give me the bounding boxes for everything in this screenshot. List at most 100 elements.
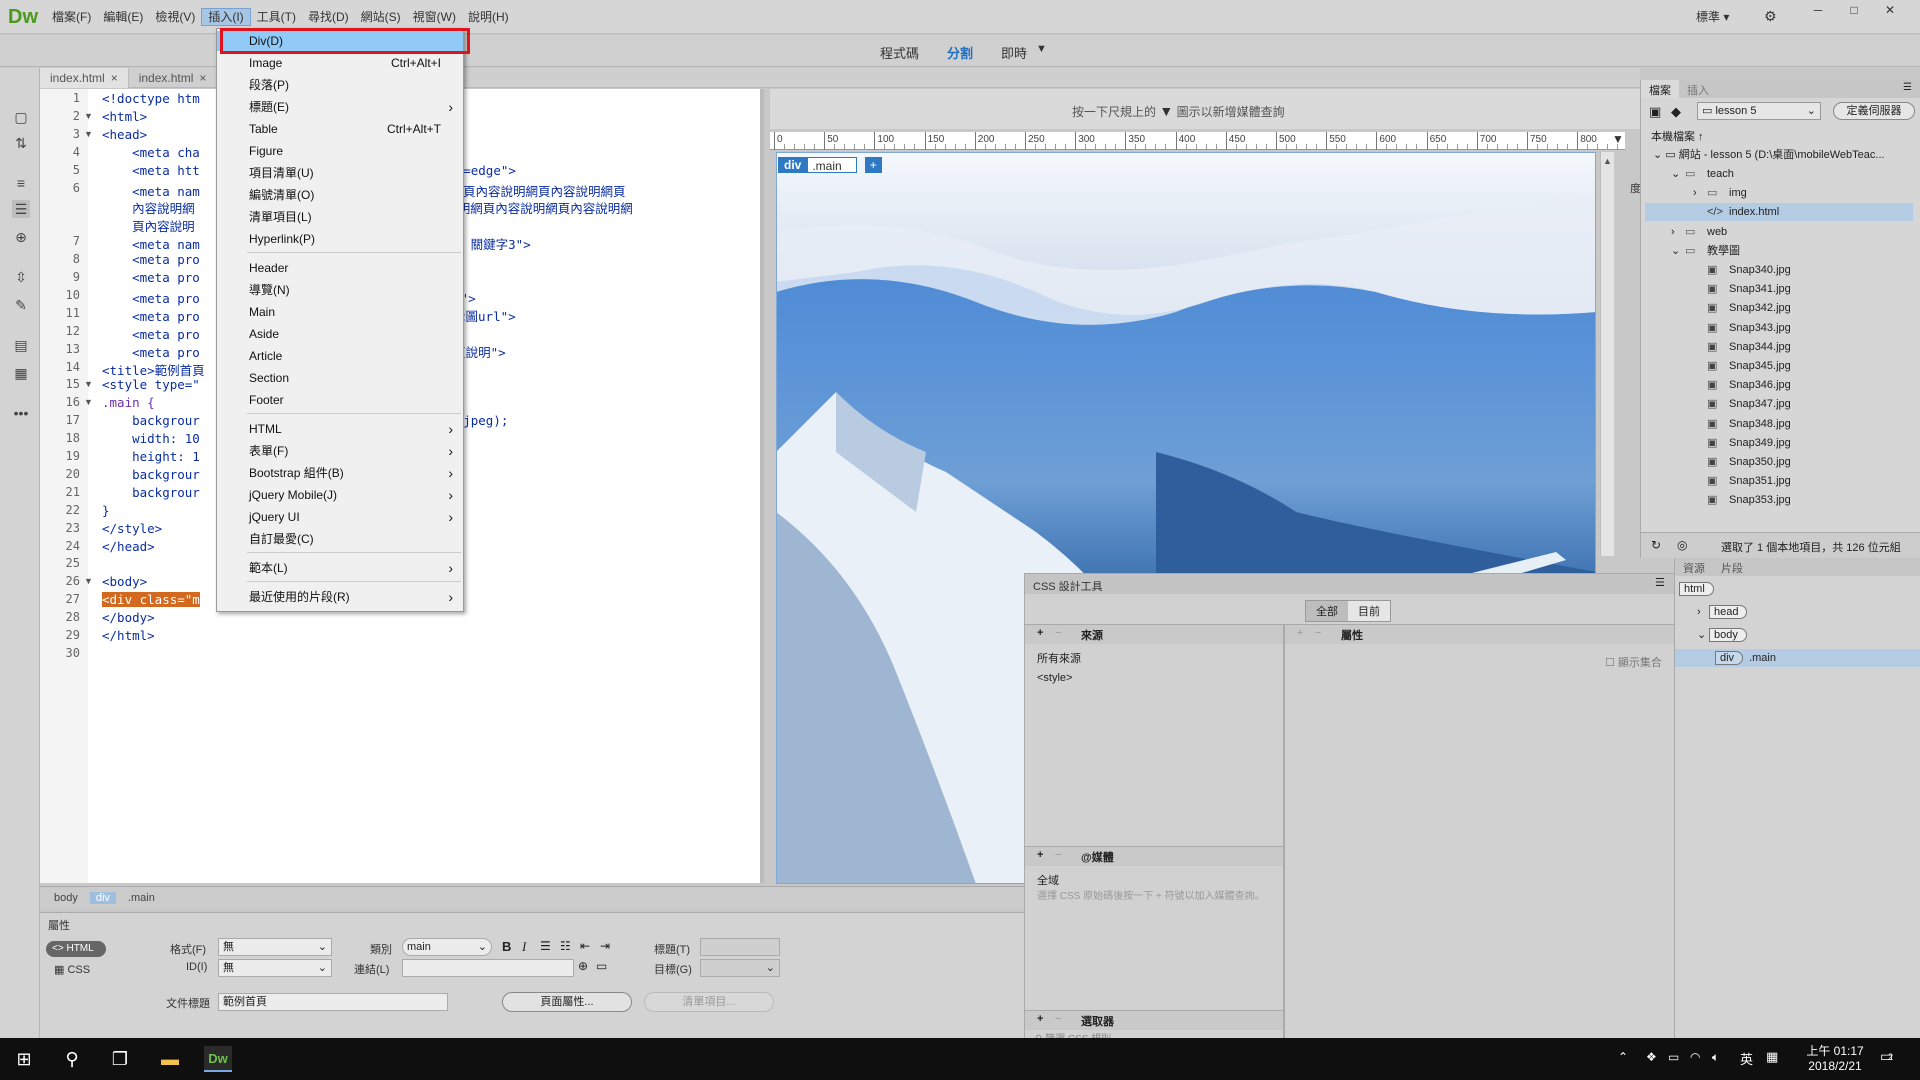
format-select[interactable]: 無 ⌄	[218, 938, 332, 956]
files-menu-icon[interactable]: ☰	[1903, 82, 1912, 93]
add-source-button[interactable]: +	[1037, 627, 1043, 639]
code-line[interactable]: </body>	[102, 610, 155, 625]
dom-node[interactable]: div .main	[1675, 649, 1920, 667]
outdent-icon[interactable]: ⇤	[580, 939, 590, 953]
remove-property-button[interactable]: −	[1315, 627, 1321, 639]
chevron-down-icon[interactable]: ⌄	[1671, 165, 1685, 183]
insert-menu-item-1[interactable]: Image Ctrl+Alt+I	[217, 53, 463, 73]
file-tree-item[interactable]: </> index.html	[1645, 203, 1913, 222]
file-tree-item[interactable]: ▣ Snap347.jpg	[1649, 395, 1913, 413]
code-line[interactable]: </html>	[102, 628, 155, 643]
connect-icon[interactable]: ▣	[1649, 104, 1661, 120]
insert-menu-item-16[interactable]: Footer	[217, 390, 463, 410]
file-tree-item[interactable]: ▣ Snap343.jpg	[1649, 319, 1913, 337]
splitter[interactable]	[760, 89, 764, 883]
view-mode-2[interactable]: 即時	[1001, 43, 1027, 62]
maximize-icon[interactable]: □	[1836, 0, 1872, 20]
file-tree-item[interactable]: ▣ Snap341.jpg	[1649, 280, 1913, 298]
file-tree-item[interactable]: ▣ Snap344.jpg	[1649, 338, 1913, 356]
insert-menu-item-23[interactable]: 範本(L) ›	[217, 558, 463, 578]
snippet-icon[interactable]: ▦	[12, 364, 30, 382]
dreamweaver-taskbar-icon[interactable]: Dw	[204, 1046, 232, 1072]
chevron-down-icon[interactable]: ⌄	[1697, 626, 1709, 644]
point-to-file-icon[interactable]: ⊕	[578, 959, 588, 973]
insert-menu-item-2[interactable]: 段落(P)	[217, 75, 463, 95]
add-selector-button[interactable]: +	[1037, 1013, 1043, 1025]
remove-source-button[interactable]: −	[1055, 627, 1061, 639]
chevron-right-icon[interactable]: ›	[1693, 184, 1707, 202]
panel-menu-icon[interactable]: ☰	[1655, 576, 1665, 589]
hud-class[interactable]: .main	[807, 157, 857, 173]
ruler[interactable]: 0 50 100 150 200 250 300 350 400 450 500 550 600 650 7…	[770, 132, 1625, 150]
tray-chevron-icon[interactable]: ⌃	[1618, 1050, 1628, 1064]
code-line[interactable]: width: 10	[102, 431, 200, 446]
bold-button[interactable]: B	[502, 939, 511, 954]
fold-toggle-icon[interactable]: ▼	[84, 576, 93, 586]
insert-menu-item-9[interactable]: Hyperlink(P)	[217, 229, 463, 249]
close-icon[interactable]: ×	[199, 71, 206, 85]
file-explorer-icon[interactable]: ▬	[156, 1046, 184, 1072]
fold-toggle-icon[interactable]: ▼	[84, 397, 93, 407]
tab-files[interactable]: 檔案	[1641, 80, 1679, 98]
battery-icon[interactable]: ▭	[1668, 1050, 1679, 1064]
file-tree-item[interactable]: ⌄ ▭ teach	[1649, 165, 1913, 183]
hud-add-button[interactable]: +	[864, 157, 882, 173]
insert-menu-item-17[interactable]: HTML ›	[217, 419, 463, 439]
sort-icon[interactable]: ⇅	[12, 134, 30, 152]
file-tree-item[interactable]: › ▭ img	[1649, 184, 1913, 202]
code-line[interactable]: height: 1	[102, 449, 200, 464]
code-line[interactable]: </head>	[102, 539, 155, 554]
insert-menu-item-6[interactable]: 項目清單(U)	[217, 163, 463, 183]
remove-media-button[interactable]: −	[1055, 849, 1061, 861]
link-input[interactable]	[402, 959, 574, 977]
insert-menu-item-12[interactable]: Main	[217, 302, 463, 322]
workspace-switcher[interactable]: 標準 ▾	[1696, 8, 1729, 25]
menu-1[interactable]: 編輯(E)	[97, 8, 149, 26]
add-property-button[interactable]: +	[1297, 627, 1303, 639]
class-select[interactable]: main ⌄	[402, 938, 492, 956]
menu-7[interactable]: 視窗(W)	[407, 8, 462, 26]
search-icon[interactable]: ⚲	[58, 1046, 86, 1072]
refresh-icon[interactable]: ↻	[1651, 538, 1661, 552]
view-mode-0[interactable]: 程式碼	[880, 43, 919, 62]
menu-0[interactable]: 檔案(F)	[46, 8, 97, 26]
page-properties-button[interactable]: 頁面屬性...	[502, 992, 632, 1012]
code-line[interactable]: }	[102, 503, 110, 518]
define-server-button[interactable]: 定義伺服器	[1833, 102, 1915, 120]
tag-crumb-2[interactable]: .main	[124, 892, 159, 904]
local-files-header[interactable]: 本機檔案 ↑	[1651, 128, 1704, 146]
chevron-right-icon[interactable]: ›	[1671, 223, 1685, 241]
style-source-item[interactable]: <style>	[1037, 672, 1072, 684]
css-mode-button[interactable]: ▦ CSS	[54, 963, 90, 976]
insert-menu-item-13[interactable]: Aside	[217, 324, 463, 344]
task-view-icon[interactable]: ❐	[106, 1046, 134, 1072]
element-hud[interactable]: div .main +	[778, 157, 882, 173]
insert-menu-item-22[interactable]: 自訂最愛(C)	[217, 529, 463, 549]
file-tree-item[interactable]: ▣ Snap350.jpg	[1649, 453, 1913, 471]
code-line[interactable]: <!doctype htm	[102, 91, 200, 106]
doc-title-input[interactable]: 範例首頁	[218, 993, 448, 1011]
dom-node[interactable]: ⌄ body	[1675, 626, 1920, 644]
dom-node[interactable]: › head	[1675, 603, 1920, 621]
menu-8[interactable]: 說明(H)	[462, 8, 515, 26]
insert-menu-item-4[interactable]: Table Ctrl+Alt+T	[217, 119, 463, 139]
clock[interactable]: 上午 01:17 2018/2/21	[1800, 1042, 1870, 1073]
file-tree-item[interactable]: ▣ Snap346.jpg	[1649, 376, 1913, 394]
file-tree-item[interactable]: ▣ Snap340.jpg	[1649, 261, 1913, 279]
comment-icon[interactable]: ▤	[12, 336, 30, 354]
insert-menu-item-21[interactable]: jQuery UI ›	[217, 507, 463, 527]
live-dropdown-chevron-icon[interactable]: ▼	[1036, 43, 1047, 55]
browse-folder-icon[interactable]: ▭	[596, 959, 607, 973]
file-tree-item[interactable]: ▣ Snap351.jpg	[1649, 472, 1913, 490]
fold-toggle-icon[interactable]: ▼	[84, 379, 93, 389]
code-line[interactable]: .main {	[102, 395, 155, 410]
insert-menu-item-3[interactable]: 標題(E) ›	[217, 97, 463, 117]
media-query-bar[interactable]: 按一下尺規上的 ▼ 圖示以新增媒體查詢	[770, 89, 1640, 129]
code-line[interactable]: </style>	[102, 521, 162, 536]
list-item-button[interactable]: 清單項目...	[644, 992, 774, 1012]
code-line[interactable]: <body>	[102, 574, 147, 589]
add-media-button[interactable]: +	[1037, 849, 1043, 861]
tab-current[interactable]: 目前	[1348, 601, 1390, 621]
scroll-up-icon[interactable]: ▲	[1603, 156, 1612, 166]
gear-icon[interactable]: ⚙	[1764, 8, 1777, 25]
